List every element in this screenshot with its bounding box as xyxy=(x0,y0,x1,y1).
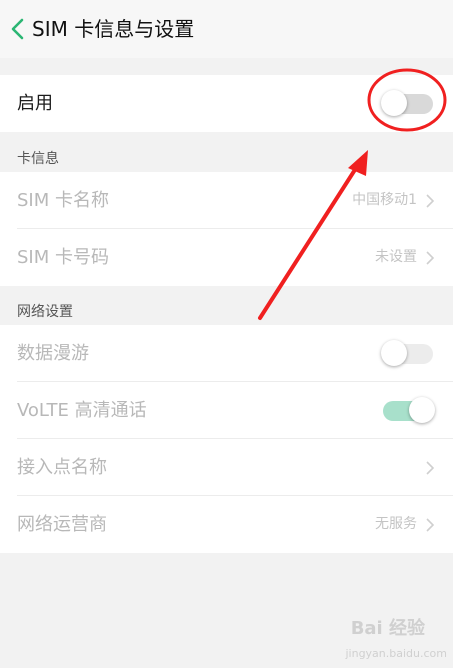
data-roaming-label: 数据漫游 xyxy=(17,343,89,364)
data-roaming-row[interactable]: 数据漫游 xyxy=(0,325,453,382)
sim-number-label: SIM 卡号码 xyxy=(17,247,109,268)
chevron-right-icon xyxy=(426,461,435,475)
apn-row[interactable]: 接入点名称 xyxy=(0,439,453,496)
section-network: 网络设置 xyxy=(17,304,73,320)
volte-row[interactable]: VoLTE 高清通话 xyxy=(0,382,453,439)
back-arrow-icon[interactable] xyxy=(8,17,28,41)
operator-row[interactable]: 网络运营商 无服务 xyxy=(0,496,453,553)
apn-label: 接入点名称 xyxy=(17,457,107,478)
operator-label: 网络运营商 xyxy=(17,514,107,535)
volte-label: VoLTE 高清通话 xyxy=(17,400,147,421)
chevron-right-icon xyxy=(426,194,435,208)
toggle-knob xyxy=(381,90,407,116)
top-bar: SIM 卡信息与设置 xyxy=(0,0,453,58)
operator-value: 无服务 xyxy=(375,516,417,532)
watermark-url: jingyan.baidu.com xyxy=(345,647,447,660)
toggle-knob xyxy=(381,340,407,366)
enable-row[interactable]: 启用 xyxy=(0,75,453,132)
enable-toggle[interactable] xyxy=(381,90,433,116)
sim-name-row[interactable]: SIM 卡名称 中国移动1 xyxy=(0,172,453,229)
data-roaming-toggle[interactable] xyxy=(381,340,433,366)
volte-toggle[interactable] xyxy=(383,397,435,423)
toggle-knob xyxy=(409,397,435,423)
watermark-logo: Bai 经验 xyxy=(350,618,425,639)
chevron-right-icon xyxy=(426,518,435,532)
page-title: SIM 卡信息与设置 xyxy=(32,17,195,41)
sim-name-value: 中国移动1 xyxy=(352,192,417,208)
sim-number-value: 未设置 xyxy=(375,249,417,265)
chevron-right-icon xyxy=(426,251,435,265)
sim-number-row[interactable]: SIM 卡号码 未设置 xyxy=(0,229,453,286)
section-card-info: 卡信息 xyxy=(17,151,59,167)
sim-name-label: SIM 卡名称 xyxy=(17,190,109,211)
enable-label: 启用 xyxy=(17,93,53,114)
